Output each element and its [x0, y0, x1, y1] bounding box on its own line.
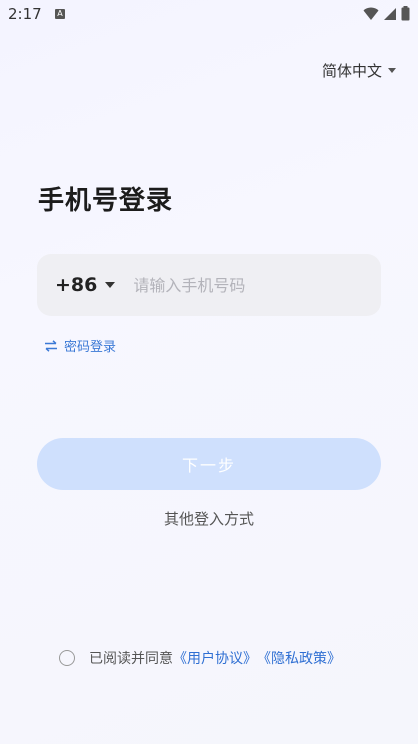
language-label: 简体中文 [321, 62, 382, 80]
language-selector[interactable]: 简体中文 [322, 60, 396, 81]
agreement-row: 已阅读并同意 《用户协议》 《隐私政策》 [59, 648, 341, 668]
notification-a-icon: A [55, 9, 65, 19]
status-icons [363, 6, 410, 21]
country-code-label: +86 [55, 274, 98, 296]
signal-icon [384, 7, 396, 20]
user-agreement-link[interactable]: 《用户协议》 [173, 648, 257, 668]
swap-arrows-icon [45, 339, 57, 352]
phone-input-box: +86 [37, 254, 381, 316]
status-time: 2:17 [8, 5, 42, 23]
agreement-prefix: 已阅读并同意 [89, 651, 173, 667]
password-login-link[interactable]: 密码登录 [44, 336, 116, 355]
next-button[interactable]: 下一步 [37, 438, 381, 490]
agree-checkbox[interactable] [59, 650, 75, 666]
phone-number-input[interactable] [131, 274, 366, 296]
wifi-icon [363, 7, 379, 20]
privacy-policy-link[interactable]: 《隐私政策》 [257, 648, 341, 668]
country-code-selector[interactable]: +86 [55, 274, 116, 296]
page-title: 手机号登录 [38, 186, 174, 216]
password-login-label: 密码登录 [64, 340, 117, 355]
battery-icon [401, 6, 410, 21]
caret-down-icon [105, 282, 116, 288]
status-bar: 2:17 A [0, 0, 418, 28]
other-login-link[interactable]: 其他登入方式 [0, 508, 418, 529]
caret-down-icon [388, 68, 396, 73]
